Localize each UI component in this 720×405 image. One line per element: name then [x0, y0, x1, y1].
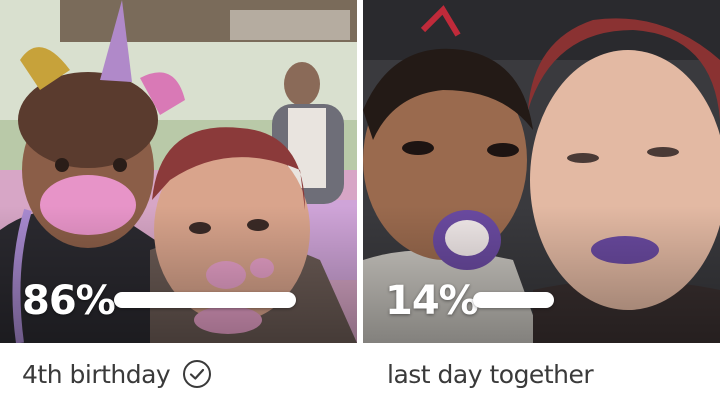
progress-bar-fill: [114, 292, 296, 308]
vote-result: 86%: [0, 278, 357, 324]
progress-bar-fill: [473, 292, 554, 308]
percent-label: 14%: [385, 278, 479, 324]
progress-track: [114, 292, 296, 308]
progress-track: [473, 292, 689, 308]
check-circle-icon: [182, 359, 212, 389]
percent-label: 86%: [22, 278, 116, 324]
caption-text: last day together: [387, 359, 594, 389]
option-caption: 4th birthday: [0, 343, 357, 405]
option-caption: last day together: [363, 343, 720, 405]
vote-result: 14%: [363, 278, 720, 324]
poll-option-last-day-together[interactable]: 14% last day together: [363, 0, 720, 405]
caption-text: 4th birthday: [22, 359, 171, 389]
poll-option-4th-birthday[interactable]: 86% 4th birthday: [0, 0, 357, 405]
